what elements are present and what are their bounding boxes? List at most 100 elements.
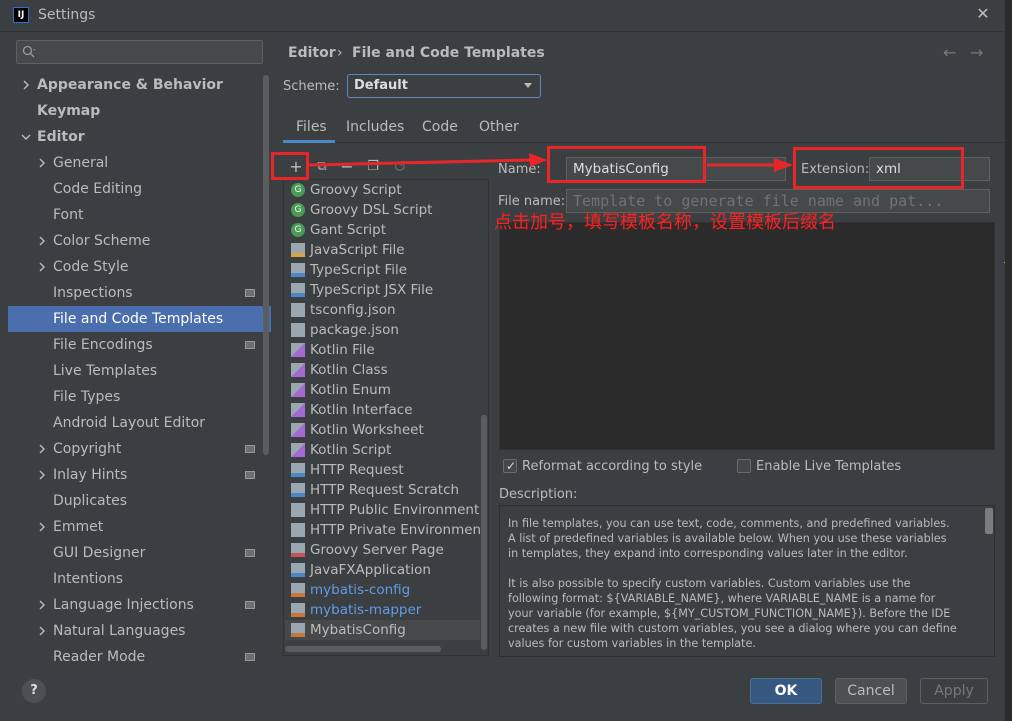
sidebar-item-label: File and Code Templates (53, 311, 224, 327)
sidebar-item-copyright[interactable]: Copyright (8, 436, 271, 462)
template-item[interactable]: JavaScript File (285, 240, 480, 260)
breadcrumb-parent[interactable]: Editor (288, 45, 336, 61)
sidebar-item-file-types[interactable]: File Types (8, 384, 271, 410)
sidebar-item-label: General (53, 155, 109, 171)
template-item[interactable]: Groovy Server Page (285, 540, 480, 560)
template-item[interactable]: HTTP Private Environment File (285, 520, 480, 540)
project-scope-icon (245, 445, 255, 453)
template-item[interactable]: mybatis-config (285, 580, 480, 600)
sidebar-item-reader-mode[interactable]: Reader Mode (8, 644, 271, 670)
sidebar-item-label: Code Editing (53, 181, 143, 197)
help-button[interactable]: ? (22, 679, 46, 703)
template-label: Kotlin Script (310, 442, 392, 458)
sidebar-item-color-scheme[interactable]: Color Scheme (8, 228, 271, 254)
live-templates-checkbox[interactable] (737, 459, 751, 473)
sidebar-item-keymap[interactable]: Keymap (8, 98, 271, 124)
sidebar-item-file-encodings[interactable]: File Encodings (8, 332, 271, 358)
tab-code[interactable]: Code (422, 119, 458, 135)
sidebar-item-font[interactable]: Font (8, 202, 271, 228)
sidebar-item-label: Color Scheme (53, 233, 151, 249)
template-item[interactable]: HTTP Request Scratch (285, 480, 480, 500)
template-item[interactable]: Kotlin Worksheet (285, 420, 480, 440)
template-item[interactable]: TypeScript JSX File (285, 280, 480, 300)
reformat-label[interactable]: Reformat according to style (522, 459, 702, 474)
chevron-right-icon[interactable] (36, 443, 48, 455)
template-item[interactable]: tsconfig.json (285, 300, 480, 320)
sidebar-item-gui-designer[interactable]: GUI Designer (8, 540, 271, 566)
sidebar-item-emmet[interactable]: Emmet (8, 514, 271, 540)
template-item[interactable]: HTTP Request (285, 460, 480, 480)
title-bar (0, 0, 1012, 32)
template-item[interactable]: TypeScript File (285, 260, 480, 280)
sidebar-item-language-injections[interactable]: Language Injections (8, 592, 271, 618)
tab-includes[interactable]: Includes (346, 119, 404, 135)
template-item[interactable]: HTTP Public Environment File (285, 500, 480, 520)
kotlin-icon (291, 403, 305, 417)
template-item[interactable]: mybatis-mapper (285, 600, 480, 620)
tab-files[interactable]: Files (296, 119, 327, 135)
template-list-hscrollbar[interactable] (285, 646, 441, 652)
description-scrollbar[interactable] (985, 508, 993, 534)
sidebar-item-file-and-code-templates[interactable]: File and Code Templates (8, 306, 271, 332)
chevron-right-icon[interactable] (36, 157, 48, 169)
template-label: HTTP Private Environment File (310, 522, 480, 538)
template-item[interactable]: Kotlin Enum (285, 380, 480, 400)
template-item[interactable]: Kotlin File (285, 340, 480, 360)
template-list-vscrollbar[interactable] (481, 415, 487, 650)
apply-button[interactable]: Apply (920, 678, 988, 704)
description-line: It is also possible to specify custom va… (508, 577, 911, 590)
back-arrow-icon[interactable]: ← (943, 43, 956, 62)
template-item[interactable]: MybatisConfig (285, 620, 480, 640)
chevron-right-icon[interactable] (36, 261, 48, 273)
sidebar-item-intentions[interactable]: Intentions (8, 566, 271, 592)
kotlin-icon (291, 443, 305, 457)
sidebar-item-android-layout-editor[interactable]: Android Layout Editor (8, 410, 271, 436)
sidebar-item-general[interactable]: General (8, 150, 271, 176)
ok-button[interactable]: OK (750, 678, 822, 704)
sidebar-item-editor[interactable]: Editor (8, 124, 271, 150)
json-file-icon (291, 323, 305, 337)
template-label: JavaScript File (310, 242, 405, 258)
template-label: Kotlin File (310, 342, 375, 358)
sidebar-item-inspections[interactable]: Inspections (8, 280, 271, 306)
project-scope-icon (245, 471, 255, 479)
template-item[interactable]: JavaFXApplication (285, 560, 480, 580)
forward-arrow-icon[interactable]: → (970, 43, 983, 62)
template-item[interactable]: Kotlin Script (285, 440, 480, 460)
chevron-right-icon[interactable] (36, 235, 48, 247)
sidebar-item-label: Inspections (53, 285, 133, 301)
sidebar-item-code-editing[interactable]: Code Editing (8, 176, 271, 202)
template-item[interactable]: package.json (285, 320, 480, 340)
sidebar-item-appearance-behavior[interactable]: Appearance & Behavior (8, 72, 271, 98)
sidebar-item-natural-languages[interactable]: Natural Languages (8, 618, 271, 644)
tab-other[interactable]: Other (479, 119, 519, 135)
sidebar-item-live-templates[interactable]: Live Templates (8, 358, 271, 384)
template-label: TypeScript File (310, 262, 408, 278)
cancel-button[interactable]: Cancel (835, 678, 907, 704)
groovy-icon: G (291, 203, 305, 217)
window-title: Settings (38, 7, 96, 23)
template-item[interactable]: G Gant Script (285, 220, 480, 240)
template-editor[interactable] (499, 222, 995, 450)
template-label: Gant Script (310, 222, 387, 238)
sidebar-scrollbar[interactable] (263, 75, 269, 455)
description-line: creates a new file with custom variables… (508, 622, 957, 635)
close-icon[interactable]: ✕ (974, 5, 992, 23)
ts-file-icon (291, 263, 305, 277)
chevron-down-icon[interactable] (20, 131, 32, 143)
sidebar-item-inlay-hints[interactable]: Inlay Hints (8, 462, 271, 488)
sidebar-item-duplicates[interactable]: Duplicates (8, 488, 271, 514)
settings-search-input[interactable] (16, 40, 263, 64)
live-templates-label[interactable]: Enable Live Templates (756, 459, 901, 474)
template-item[interactable]: Kotlin Class (285, 360, 480, 380)
sidebar-item-code-style[interactable]: Code Style (8, 254, 271, 280)
chevron-right-icon[interactable] (36, 521, 48, 533)
template-item[interactable]: G Groovy Script (285, 180, 480, 200)
template-item[interactable]: G Groovy DSL Script (285, 200, 480, 220)
chevron-right-icon[interactable] (20, 79, 32, 91)
chevron-right-icon[interactable] (36, 599, 48, 611)
chevron-right-icon[interactable] (36, 625, 48, 637)
chevron-right-icon[interactable] (36, 469, 48, 481)
template-label: mybatis-mapper (310, 602, 422, 618)
template-item[interactable]: Kotlin Interface (285, 400, 480, 420)
